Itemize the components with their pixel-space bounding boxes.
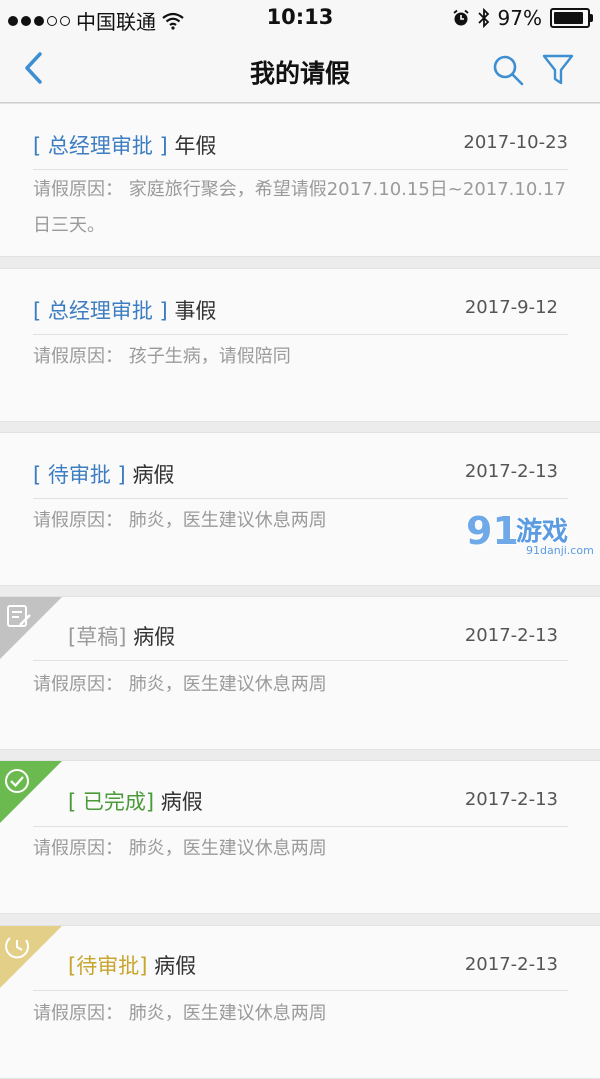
reason-label: 请假原因： bbox=[33, 1003, 123, 1024]
leave-reason: 请假原因： 肺炎，医生建议休息两周 bbox=[33, 667, 568, 703]
leave-type: 病假 bbox=[132, 463, 175, 487]
leave-status-line: [待审批] 病假 bbox=[68, 950, 196, 980]
search-icon[interactable] bbox=[490, 52, 526, 88]
leave-card[interactable]: [ 总经理审批 ] 事假 2017-9-12 请假原因： 孩子生病，请假陪同 bbox=[0, 268, 600, 422]
approval-status: [草稿] bbox=[68, 625, 127, 649]
leave-type: 病假 bbox=[160, 790, 203, 814]
divider bbox=[33, 990, 568, 991]
divider bbox=[33, 826, 568, 827]
navigation-bar: 我的请假 bbox=[0, 36, 600, 103]
pending-clock-icon bbox=[0, 926, 62, 988]
leave-card[interactable]: [ 已完成] 病假 2017-2-13 请假原因： 肺炎，医生建议休息两周 bbox=[0, 760, 600, 914]
leave-status-line: [ 总经理审批 ] 年假 bbox=[33, 130, 216, 160]
leave-status-line: [ 待审批 ] 病假 bbox=[33, 459, 174, 489]
watermark-logo-text: 游戏 bbox=[516, 517, 568, 547]
approval-status: [ 已完成] bbox=[68, 790, 155, 814]
completed-check-icon bbox=[0, 761, 62, 823]
leave-reason: 请假原因： 家庭旅行聚会，希望请假2017.10.15日~2017.10.17日… bbox=[33, 172, 568, 244]
reason-label: 请假原因： bbox=[33, 674, 123, 695]
draft-edit-icon bbox=[0, 597, 62, 659]
leave-type: 病假 bbox=[133, 625, 176, 649]
reason-text: 肺炎，医生建议休息两周 bbox=[128, 674, 327, 695]
reason-label: 请假原因： bbox=[33, 838, 123, 859]
leave-date: 2017-10-23 bbox=[463, 132, 568, 153]
filter-icon[interactable] bbox=[540, 52, 576, 88]
leave-reason: 请假原因： 孩子生病，请假陪同 bbox=[33, 339, 568, 375]
battery-percent: 97% bbox=[497, 6, 542, 30]
reason-text: 肺炎，医生建议休息两周 bbox=[128, 1003, 327, 1024]
leave-reason: 请假原因： 肺炎，医生建议休息两周 bbox=[33, 996, 568, 1032]
reason-label: 请假原因： bbox=[33, 510, 123, 531]
leave-card[interactable]: [待审批] 病假 2017-2-13 请假原因： 肺炎，医生建议休息两周 bbox=[0, 925, 600, 1079]
divider bbox=[33, 334, 568, 335]
reason-label: 请假原因： bbox=[33, 179, 123, 200]
leave-type: 年假 bbox=[174, 134, 217, 158]
divider bbox=[33, 169, 568, 170]
watermark-logo-mark: 91 bbox=[466, 509, 519, 553]
approval-status: [待审批] bbox=[68, 954, 148, 978]
reason-text: 肺炎，医生建议休息两周 bbox=[128, 838, 327, 859]
leave-date: 2017-2-13 bbox=[464, 789, 558, 810]
watermark-url: 91danji.com bbox=[526, 544, 594, 557]
watermark-logo: 91 游戏 91danji.com bbox=[466, 508, 594, 557]
leave-card[interactable]: [草稿] 病假 2017-2-13 请假原因： 肺炎，医生建议休息两周 bbox=[0, 596, 600, 750]
status-bar: 中国联通 10:13 97% bbox=[0, 0, 600, 36]
approval-status: [ 总经理审批 ] bbox=[33, 299, 168, 323]
leave-status-line: [草稿] 病假 bbox=[68, 621, 175, 651]
alarm-icon bbox=[452, 9, 469, 26]
divider bbox=[33, 660, 568, 661]
battery-icon bbox=[550, 8, 593, 28]
approval-status: [ 待审批 ] bbox=[33, 463, 126, 487]
status-right: 97% bbox=[452, 6, 593, 30]
reason-text: 肺炎，医生建议休息两周 bbox=[128, 510, 327, 531]
reason-text: 孩子生病，请假陪同 bbox=[128, 346, 291, 367]
leave-reason: 请假原因： 肺炎，医生建议休息两周 bbox=[33, 831, 568, 867]
leave-date: 2017-2-13 bbox=[464, 625, 558, 646]
divider bbox=[33, 498, 568, 499]
leave-card[interactable]: [ 总经理审批 ] 年假 2017-10-23 请假原因： 家庭旅行聚会，希望请… bbox=[0, 103, 600, 257]
reason-label: 请假原因： bbox=[33, 346, 123, 367]
leave-status-line: [ 总经理审批 ] 事假 bbox=[33, 295, 216, 325]
leave-status-line: [ 已完成] 病假 bbox=[68, 786, 203, 816]
bluetooth-icon bbox=[477, 8, 489, 28]
leave-date: 2017-2-13 bbox=[464, 954, 558, 975]
leave-date: 2017-2-13 bbox=[464, 461, 558, 482]
leave-type: 事假 bbox=[174, 299, 217, 323]
approval-status: [ 总经理审批 ] bbox=[33, 134, 168, 158]
leave-type: 病假 bbox=[154, 954, 197, 978]
leave-date: 2017-9-12 bbox=[464, 297, 558, 318]
